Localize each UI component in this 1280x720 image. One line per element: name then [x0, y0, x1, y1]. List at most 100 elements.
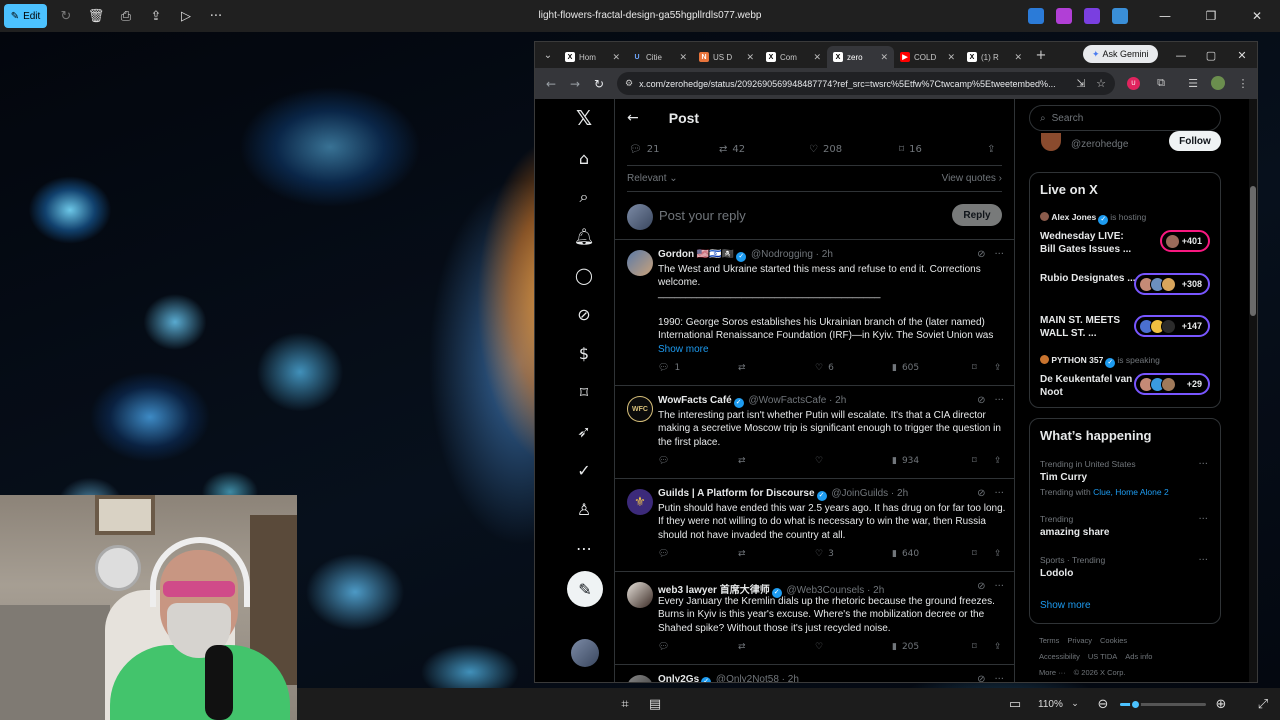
- forward-icon[interactable]: →: [563, 77, 587, 91]
- like-action[interactable]: ♡ 3: [815, 549, 834, 559]
- browser-tab[interactable]: X (1) R ✕: [961, 46, 1028, 68]
- reply-tweet[interactable]: web3 lawyer 首席大律师 ✓ @Web3Counsels · 2h ⊘ ·…: [615, 572, 1014, 665]
- views-action[interactable]: ▮ 605: [892, 363, 919, 373]
- share-post-icon[interactable]: ⇪: [987, 144, 995, 155]
- minimize-icon[interactable]: —: [1142, 0, 1188, 32]
- reply-button[interactable]: Reply: [952, 204, 1002, 226]
- footer-privacy-link[interactable]: Privacy: [1067, 636, 1092, 645]
- footer-ads-info-link[interactable]: Ads info: [1125, 652, 1152, 661]
- tab-close-icon[interactable]: ✕: [947, 52, 955, 63]
- tweet-avatar[interactable]: WFC: [627, 396, 653, 422]
- reply-action[interactable]: 💬︎ 1: [658, 363, 680, 373]
- fullscreen-icon[interactable]: ⤢: [1248, 692, 1278, 716]
- grok-explain-icon[interactable]: ⊘: [977, 488, 985, 499]
- zoom-out-icon[interactable]: ⊖: [1088, 692, 1118, 716]
- app-icon-4[interactable]: [1112, 8, 1128, 24]
- zerohedge-handle[interactable]: @zerohedge: [1071, 139, 1128, 150]
- more-options-icon[interactable]: ···: [201, 4, 231, 28]
- reload-icon[interactable]: ↻: [587, 77, 611, 91]
- browser-close-icon[interactable]: ✕: [1227, 42, 1257, 68]
- browser-tab[interactable]: N US D ✕: [693, 46, 760, 68]
- like-stat[interactable]: ♡ 208: [809, 144, 842, 155]
- notifications-bell-icon[interactable]: 🔔︎: [570, 222, 598, 250]
- jobs-rocket-icon[interactable]: ➶: [570, 417, 598, 445]
- tweet-more-icon[interactable]: ···: [994, 674, 1004, 682]
- explore-search-icon[interactable]: ⌕: [570, 183, 598, 211]
- text-detect-icon[interactable]: ▤: [640, 692, 670, 716]
- rotate-icon[interactable]: ↻: [51, 4, 81, 28]
- reply-input[interactable]: Post your reply: [659, 208, 746, 223]
- reply-stat[interactable]: 💬︎ 21: [629, 144, 659, 155]
- bookmark-action[interactable]: ⌑: [972, 549, 977, 559]
- tweet-more-icon[interactable]: ···: [994, 581, 1004, 592]
- account-avatar[interactable]: [571, 639, 599, 667]
- live-space-title[interactable]: MAIN ST. MEETS WALL ST. ...: [1040, 314, 1140, 340]
- views-action[interactable]: ▮ 205: [892, 642, 919, 652]
- browser-tab[interactable]: X Com ✕: [760, 46, 827, 68]
- delete-icon[interactable]: 🗑: [81, 4, 111, 28]
- reply-action[interactable]: 💬︎: [658, 456, 674, 466]
- view-quotes-link[interactable]: View quotes ›: [942, 173, 1002, 184]
- search-input[interactable]: ⌕ Search: [1029, 105, 1221, 131]
- grok-icon[interactable]: ⊘: [570, 300, 598, 328]
- trend-more-icon[interactable]: ···: [1198, 459, 1208, 470]
- back-icon[interactable]: ←: [539, 77, 563, 91]
- site-info-icon[interactable]: ⚙: [625, 79, 633, 89]
- tweet-more-icon[interactable]: ···: [994, 249, 1004, 260]
- close-icon[interactable]: ✕: [1234, 0, 1280, 32]
- messages-icon[interactable]: ◯: [570, 261, 598, 289]
- profile-avatar-icon[interactable]: [1211, 76, 1225, 90]
- live-space-title[interactable]: Wednesday LIVE: Bill Gates Issues ...: [1040, 230, 1140, 256]
- zerohedge-avatar[interactable]: [1041, 133, 1061, 151]
- tab-close-icon[interactable]: ✕: [813, 52, 821, 63]
- footer-cookies-link[interactable]: Cookies: [1100, 636, 1127, 645]
- zoom-slider-knob[interactable]: [1130, 699, 1142, 710]
- home-icon[interactable]: ⌂: [570, 144, 598, 172]
- tweet-handle[interactable]: @JoinGuilds · 2h: [831, 488, 908, 499]
- app-icon-2[interactable]: [1056, 8, 1072, 24]
- like-action[interactable]: ♡: [815, 642, 828, 652]
- tweet-avatar[interactable]: [627, 582, 653, 608]
- live-listeners-pill[interactable]: +147: [1134, 315, 1210, 337]
- zoom-slider[interactable]: [1120, 699, 1206, 710]
- tweet-author-name[interactable]: Only2Gs: [658, 674, 699, 682]
- trend-more-icon[interactable]: ···: [1198, 555, 1208, 566]
- bookmark-star-icon[interactable]: ☆: [1093, 75, 1109, 91]
- new-tab-icon[interactable]: +: [1031, 48, 1051, 63]
- tweet-avatar[interactable]: ⚜: [627, 489, 653, 515]
- reply-tweet[interactable]: ⚜ Guilds | A Platform for Discourse ✓ @Jo…: [615, 479, 1014, 572]
- reply-action[interactable]: 💬︎: [658, 642, 674, 652]
- bookmarks-icon[interactable]: ⌑: [570, 378, 598, 406]
- back-arrow-icon[interactable]: ←: [627, 110, 639, 126]
- tab-close-icon[interactable]: ✕: [612, 52, 620, 63]
- repost-action[interactable]: ⇄: [738, 549, 751, 559]
- trend-related-links[interactable]: Clue, Home Alone 2: [1093, 487, 1169, 497]
- trend-name[interactable]: Tim Curry: [1040, 472, 1087, 483]
- tweet-handle[interactable]: @Only2Not58 · 2h: [716, 674, 799, 682]
- footer-accessibility-link[interactable]: Accessibility: [1039, 652, 1080, 661]
- maximize-icon[interactable]: ❐: [1188, 0, 1234, 32]
- like-action[interactable]: ♡ 6: [815, 363, 834, 373]
- reading-list-icon[interactable]: ☰: [1185, 75, 1201, 91]
- trend-name[interactable]: amazing share: [1040, 527, 1109, 538]
- tweet-more-icon[interactable]: ···: [994, 488, 1004, 499]
- app-icon-3[interactable]: [1084, 8, 1100, 24]
- reply-tweet[interactable]: Only2Gs ✓ @Only2Not58 · 2h ⊘ ···: [615, 665, 1014, 682]
- tweet-author-name[interactable]: WowFacts Café: [658, 395, 732, 406]
- browser-tab[interactable]: ▶ COLD ✕: [894, 46, 961, 68]
- edit-button[interactable]: ✎ Edit: [4, 4, 47, 28]
- install-app-icon[interactable]: ⇲: [1073, 75, 1089, 91]
- show-more-link[interactable]: Show more: [658, 343, 1008, 356]
- url-text[interactable]: x.com/zerohedge/status/20926905699484877…: [639, 79, 1069, 89]
- tweet-avatar[interactable]: [627, 675, 653, 682]
- show-more-link[interactable]: Show more: [1040, 600, 1091, 611]
- chrome-menu-icon[interactable]: ⋮: [1235, 75, 1251, 91]
- footer-us-tida-link[interactable]: US TIDA: [1088, 652, 1117, 661]
- share-action[interactable]: ⇪: [994, 363, 1002, 373]
- browser-maximize-icon[interactable]: ▢: [1196, 42, 1226, 68]
- extension-red-icon[interactable]: U: [1127, 77, 1140, 90]
- omnibox[interactable]: ⚙ x.com/zerohedge/status/209269056994848…: [617, 72, 1115, 95]
- browser-tab[interactable]: Xzero ✕: [827, 46, 894, 68]
- bookmark-stat[interactable]: ⌑ 16: [899, 144, 922, 155]
- repost-stat[interactable]: ⇄ 42: [719, 144, 745, 155]
